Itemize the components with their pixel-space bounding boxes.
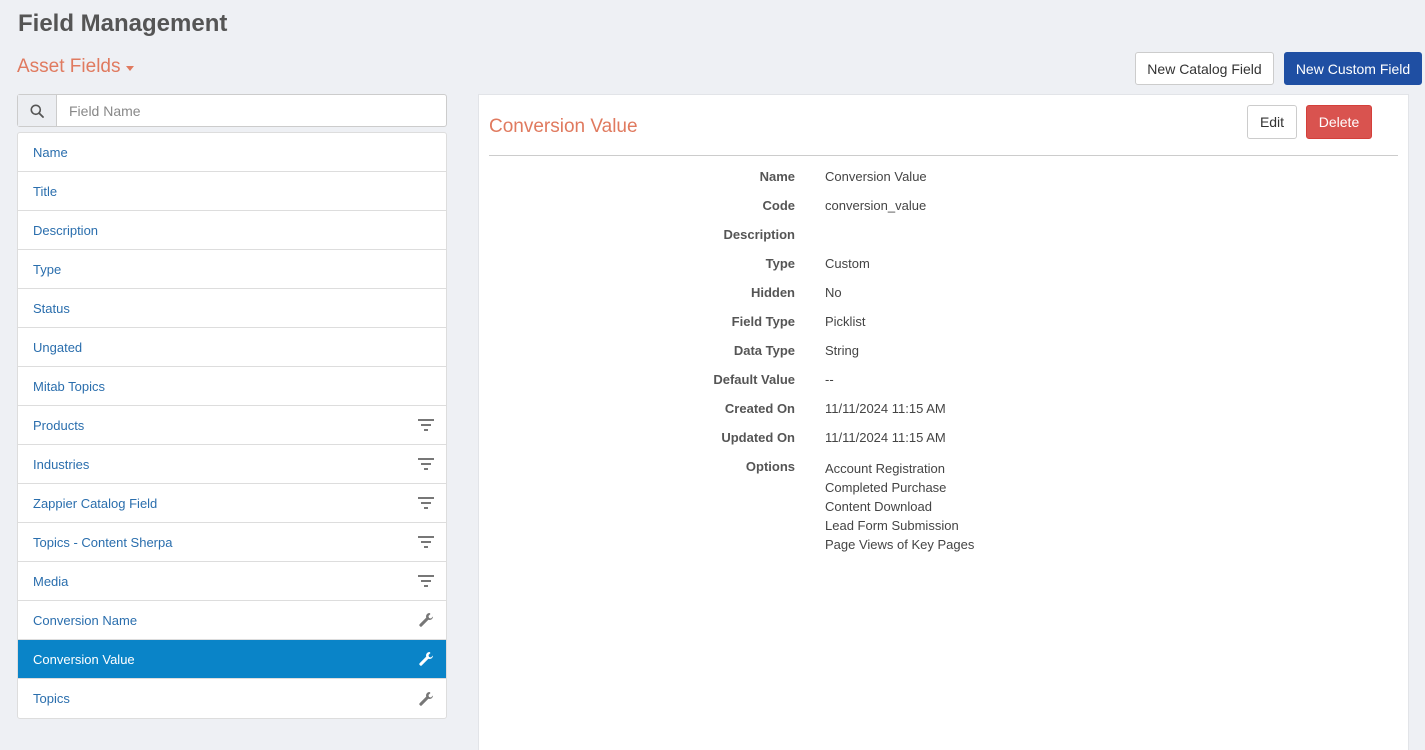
property-row: Created On 11/11/2024 11:15 AM xyxy=(479,399,1408,428)
field-list-item-label: Topics xyxy=(33,691,70,706)
property-label: Data Type xyxy=(733,343,795,358)
property-row: Field Type Picklist xyxy=(479,312,1408,341)
property-value: conversion_value xyxy=(825,198,927,213)
field-list-item-label: Ungated xyxy=(33,339,83,355)
property-label: Default Value xyxy=(713,372,795,387)
property-value: String xyxy=(825,343,859,358)
field-list-item-label: Type xyxy=(33,261,62,277)
property-row: Updated On 11/11/2024 11:15 AM xyxy=(479,428,1408,457)
detail-title: Conversion Value xyxy=(489,116,638,137)
field-list-item-label: Zappier Catalog Field xyxy=(33,495,158,511)
property-value: Picklist xyxy=(825,314,866,329)
new-custom-field-button[interactable]: New Custom Field xyxy=(1284,52,1422,85)
property-row: Default Value -- xyxy=(479,370,1408,399)
property-label: Name xyxy=(759,169,795,184)
field-list-item[interactable]: Conversion Value xyxy=(18,640,446,679)
field-list-item[interactable]: Industries xyxy=(18,445,446,484)
field-list-item[interactable]: Status xyxy=(18,289,446,328)
wrench-icon xyxy=(416,689,436,709)
field-list-item[interactable]: Title xyxy=(18,172,446,211)
field-list-item-label: Conversion Value xyxy=(33,651,135,667)
field-list-item[interactable]: Topics xyxy=(18,679,446,718)
property-row: Type Custom xyxy=(479,254,1408,283)
field-list-item-label: Industries xyxy=(33,456,90,472)
options-list: Account Registration Completed Purchase Co… xyxy=(825,457,974,554)
property-row: Name Conversion Value xyxy=(479,167,1408,196)
search-icon[interactable] xyxy=(18,95,57,126)
field-list-item[interactable]: Products xyxy=(18,406,446,445)
filter-icon xyxy=(416,415,436,435)
property-label: Created On xyxy=(724,401,795,416)
option-item: Lead Form Submission xyxy=(825,518,959,533)
wrench-icon xyxy=(416,610,436,630)
property-row: Hidden No xyxy=(479,283,1408,312)
field-list-item-label: Topics - Content Sherpa xyxy=(33,534,173,550)
property-label: Type xyxy=(765,256,795,271)
property-list: Name Conversion Value Code conversion_value… xyxy=(479,167,1408,554)
field-list-item[interactable]: Topics - Content Sherpa xyxy=(18,523,446,562)
property-row: Data Type String xyxy=(479,341,1408,370)
field-list-item-label: Status xyxy=(33,300,70,316)
filter-icon xyxy=(416,493,436,513)
option-item: Page Views of Key Pages xyxy=(825,537,975,552)
option-item: Completed Purchase xyxy=(825,480,947,495)
option-item: Account Registration xyxy=(825,461,945,476)
field-list-item-label: Products xyxy=(33,417,85,433)
property-value: No xyxy=(825,285,842,300)
filter-icon xyxy=(416,532,436,552)
property-row: Code conversion_value xyxy=(479,196,1408,225)
property-value: 11/11/2024 11:15 AM xyxy=(825,430,946,445)
property-label: Field Type xyxy=(731,314,795,329)
field-list-item[interactable]: Zappier Catalog Field xyxy=(18,484,446,523)
filter-icon xyxy=(416,571,436,591)
property-value: Custom xyxy=(825,256,870,271)
new-catalog-field-button[interactable]: New Catalog Field xyxy=(1135,52,1274,85)
filter-icon xyxy=(416,454,436,474)
field-list-item[interactable]: Description xyxy=(18,211,446,250)
field-list: Name Title Description Type Status Ungated Mit… xyxy=(17,132,447,719)
field-list-item-label: Media xyxy=(33,573,69,589)
field-list-item-label: Title xyxy=(33,183,58,199)
field-list-item-label: Description xyxy=(33,222,99,238)
property-label: Updated On xyxy=(721,430,795,445)
property-value: 11/11/2024 11:15 AM xyxy=(825,401,946,416)
property-label: Code xyxy=(762,198,796,213)
option-item: Content Download xyxy=(825,499,932,514)
field-list-item[interactable]: Type xyxy=(18,250,446,289)
field-list-item[interactable]: Name xyxy=(18,133,446,172)
options-row: Options Account Registration Completed Pur… xyxy=(479,457,1408,554)
property-value: -- xyxy=(825,372,834,387)
field-list-item[interactable]: Ungated xyxy=(18,328,446,367)
field-search xyxy=(17,94,447,127)
field-list-item-label: Mitab Topics xyxy=(33,378,106,394)
asset-fields-dropdown[interactable]: Asset Fields xyxy=(17,56,135,78)
field-detail-panel: Conversion Value Edit Delete Name Convers… xyxy=(478,94,1409,750)
property-label: Description xyxy=(723,227,795,242)
property-value: Conversion Value xyxy=(825,169,927,184)
property-row: Description xyxy=(479,225,1408,254)
field-list-item-label: Conversion Name xyxy=(33,612,138,628)
edit-button[interactable]: Edit xyxy=(1247,105,1297,139)
divider xyxy=(489,155,1398,156)
search-input[interactable] xyxy=(57,95,446,126)
page-title: Field Management xyxy=(18,10,228,37)
delete-button[interactable]: Delete xyxy=(1306,105,1372,139)
property-label: Hidden xyxy=(750,285,795,300)
section-dropdown-label: Asset Fields xyxy=(17,56,121,77)
field-list-item[interactable]: Mitab Topics xyxy=(18,367,446,406)
field-list-item[interactable]: Conversion Name xyxy=(18,601,446,640)
wrench-icon xyxy=(416,649,436,669)
field-list-item-label: Name xyxy=(33,144,68,160)
options-label: Options xyxy=(745,459,795,474)
caret-down-icon xyxy=(126,65,135,71)
field-list-item[interactable]: Media xyxy=(18,562,446,601)
